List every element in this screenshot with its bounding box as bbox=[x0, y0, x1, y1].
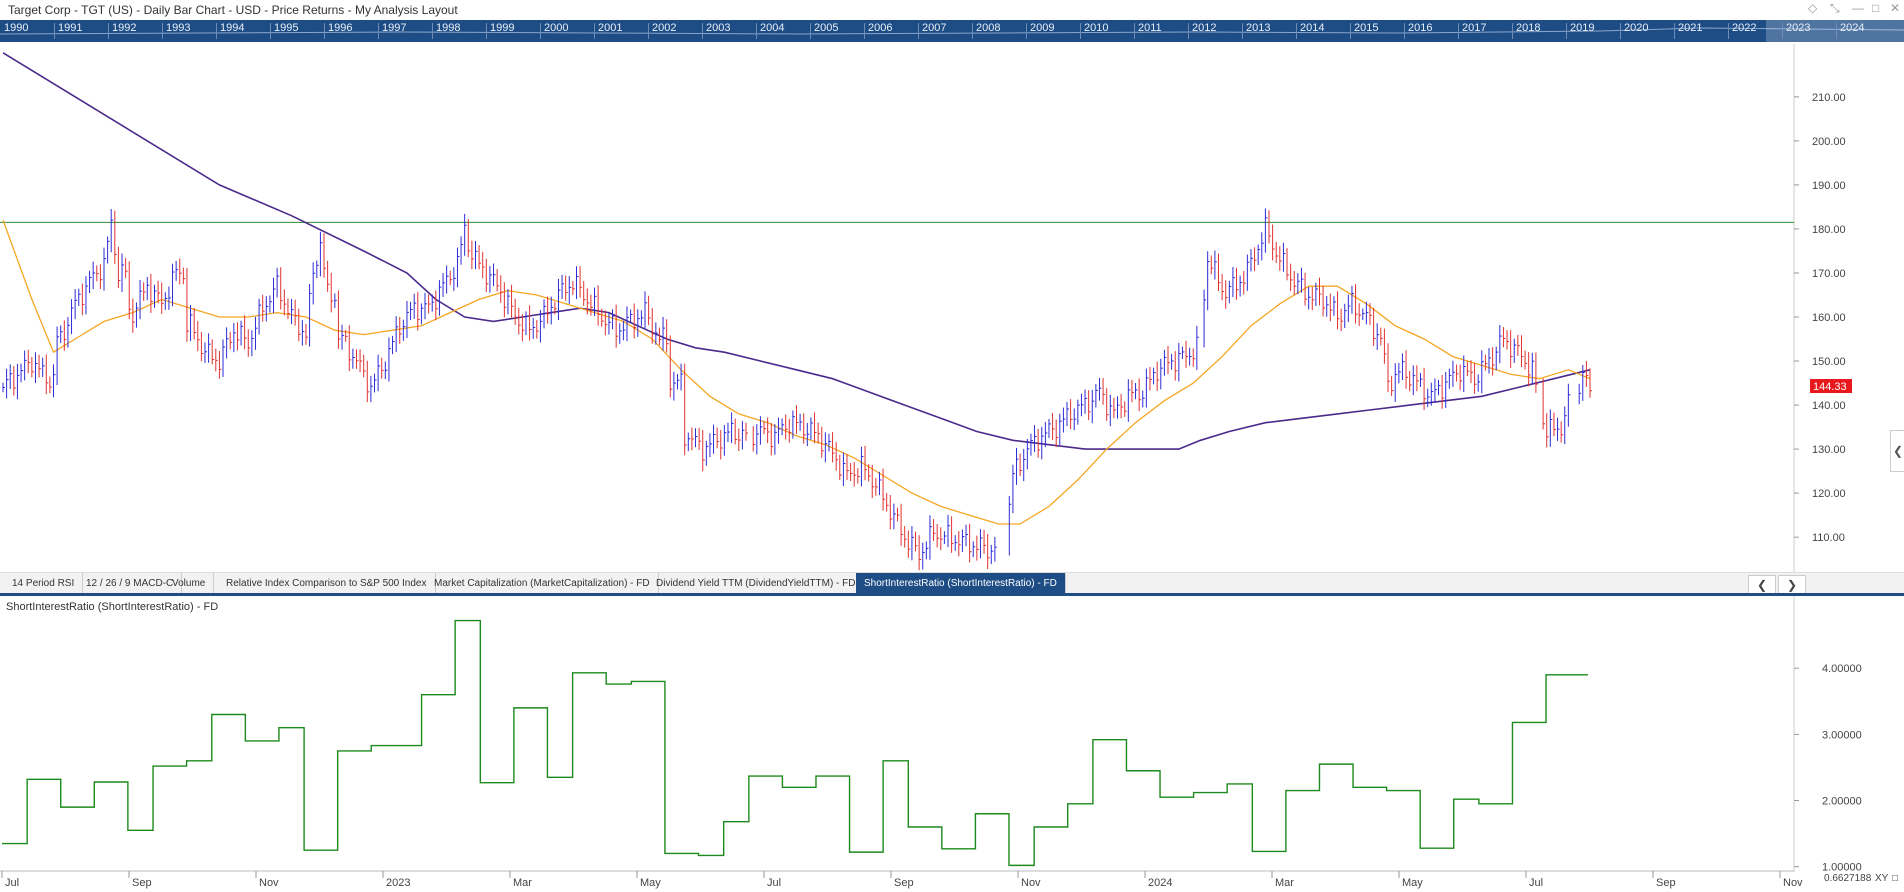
sir-tick-label: 3.00000 bbox=[1822, 729, 1862, 741]
price-tick-label: 120.00 bbox=[1812, 488, 1846, 500]
x-tick-label: May bbox=[1402, 877, 1423, 889]
moving-average-short bbox=[2, 219, 1591, 525]
tab-5[interactable]: Dividend Yield TTM (DividendYieldTTM) - … bbox=[648, 573, 865, 594]
x-tick-label: Sep bbox=[894, 877, 914, 889]
tab-prev-icon[interactable]: ❮ bbox=[1748, 575, 1776, 595]
x-tick-label: Sep bbox=[1656, 877, 1676, 889]
price-tick-label: 180.00 bbox=[1812, 224, 1846, 236]
moving-average-long bbox=[2, 52, 1591, 450]
tab-0[interactable]: 14 Period RSI bbox=[4, 573, 84, 594]
price-tick-label: 200.00 bbox=[1812, 136, 1846, 148]
price-tick-label: 170.00 bbox=[1812, 268, 1846, 280]
price-tick-label: 140.00 bbox=[1812, 400, 1846, 412]
x-tick-label: 2024 bbox=[1148, 877, 1172, 889]
x-tick-label: Jul bbox=[5, 877, 19, 889]
x-tick-label: Nov bbox=[259, 877, 279, 889]
price-tick-label: 130.00 bbox=[1812, 444, 1846, 456]
sir-tick-label: 4.00000 bbox=[1822, 663, 1862, 675]
price-bars bbox=[2, 208, 1592, 571]
x-tick-label: Sep bbox=[132, 877, 152, 889]
lock-icon[interactable]: □ bbox=[1892, 873, 1898, 884]
x-tick-label: Nov bbox=[1783, 877, 1803, 889]
price-chart[interactable]: 110.00 120.00 130.00 140.00 150.00 160.00 170.… bbox=[0, 0, 1904, 892]
x-tick-label: May bbox=[640, 877, 661, 889]
short-interest-line bbox=[2, 619, 1588, 867]
corner-value: 0.6627188 bbox=[1824, 873, 1872, 884]
tab-3[interactable]: Relative Index Comparison to S&P 500 Ind… bbox=[218, 573, 436, 594]
x-tick-label: Mar bbox=[1275, 877, 1294, 889]
price-tick-label: 160.00 bbox=[1812, 312, 1846, 324]
x-tick-label: Mar bbox=[513, 877, 532, 889]
tab-6[interactable]: ShortInterestRatio (ShortInterestRatio) … bbox=[856, 573, 1066, 594]
collapse-panel-icon[interactable]: ❮ bbox=[1890, 430, 1904, 472]
indicator-tab-bar: ❮ ❯ 14 Period RSI 12 / 26 / 9 MACD-C Volum… bbox=[0, 572, 1904, 595]
tab-4[interactable]: Market Capitalization (MarketCapitalizat… bbox=[426, 573, 659, 594]
tab-next-icon[interactable]: ❯ bbox=[1778, 575, 1806, 595]
sir-tick-label: 2.00000 bbox=[1822, 796, 1862, 808]
tab-2[interactable]: Volume bbox=[164, 573, 215, 594]
x-tick-label: Nov bbox=[1021, 877, 1041, 889]
price-tick-label: 150.00 bbox=[1812, 356, 1846, 368]
panel-divider[interactable] bbox=[0, 593, 1904, 596]
price-tick-label: 210.00 bbox=[1812, 92, 1846, 104]
lower-panel-title: ShortInterestRatio (ShortInterestRatio) … bbox=[6, 601, 219, 613]
sir-tick-label: 1.00000 bbox=[1822, 862, 1862, 874]
x-tick-label: Jul bbox=[767, 877, 781, 889]
price-tick-label: 110.00 bbox=[1812, 532, 1845, 544]
price-tick-label: 190.00 bbox=[1812, 180, 1846, 192]
x-tick-label: Jul bbox=[1529, 877, 1543, 889]
last-price-label: 144.33 bbox=[1813, 381, 1847, 393]
xy-toggle[interactable]: XY bbox=[1875, 873, 1888, 884]
x-tick-label: 2023 bbox=[386, 877, 410, 889]
